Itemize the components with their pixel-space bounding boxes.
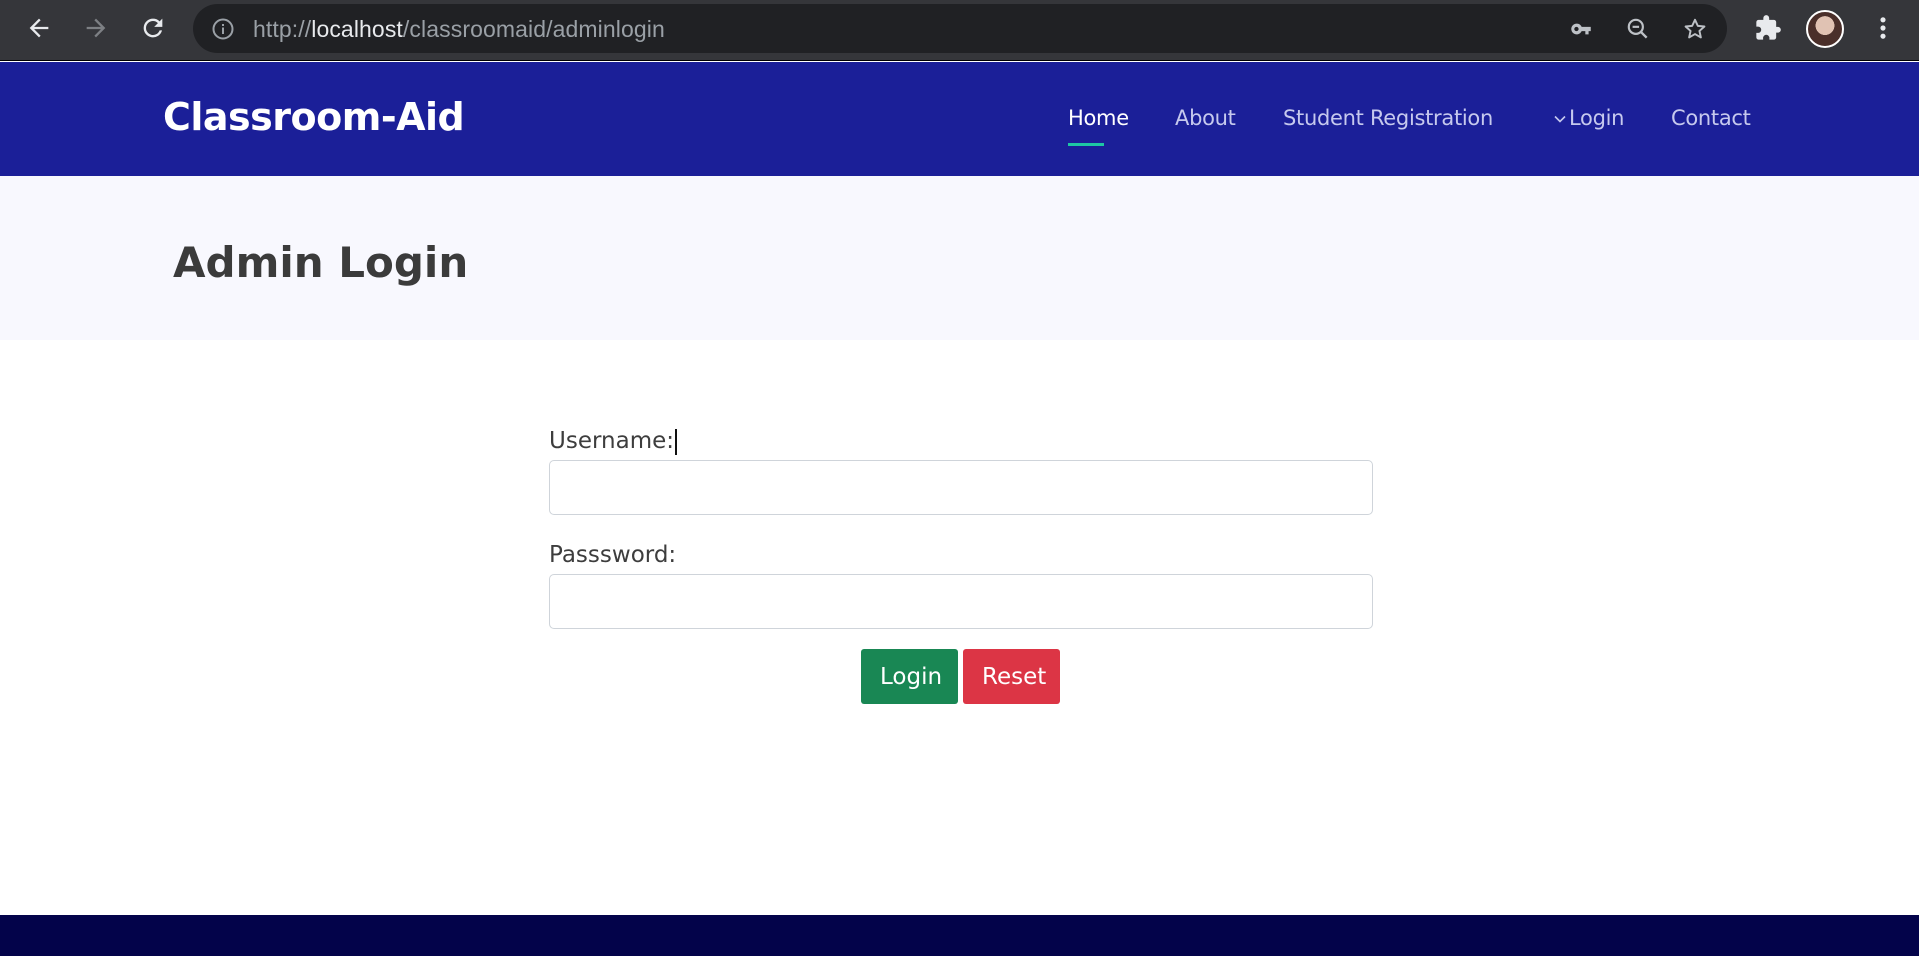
admin-login-form: Username: Passsword: Login Reset xyxy=(549,428,1373,704)
page-title: Admin Login xyxy=(173,238,469,287)
nav-home[interactable]: Home xyxy=(1068,106,1129,146)
password-label: Passsword: xyxy=(549,542,677,568)
brand-logo-text[interactable]: Classroom-Aid xyxy=(163,95,465,139)
puzzle-icon[interactable] xyxy=(1754,14,1782,42)
star-icon[interactable] xyxy=(1682,16,1708,42)
login-button[interactable]: Login xyxy=(861,649,958,704)
url-scheme: http:// xyxy=(253,16,312,42)
site-header: Classroom-Aid Home About Student Registr… xyxy=(0,62,1919,176)
address-bar[interactable]: http://localhost/classroomaid/adminlogin xyxy=(193,4,1727,53)
page-title-band: Admin Login xyxy=(0,176,1919,340)
profile-avatar[interactable] xyxy=(1806,10,1844,48)
nav-login-dropdown[interactable]: Login xyxy=(1553,106,1624,130)
browser-toolbar: http://localhost/classroomaid/adminlogin xyxy=(0,0,1919,61)
zoom-out-icon[interactable] xyxy=(1625,16,1651,42)
form-actions: Login Reset xyxy=(861,649,1060,704)
nav-student-registration[interactable]: Student Registration xyxy=(1283,106,1493,130)
reload-button[interactable] xyxy=(133,8,173,48)
nav-login-label: Login xyxy=(1569,106,1625,130)
reset-button[interactable]: Reset xyxy=(963,649,1060,704)
forward-button[interactable] xyxy=(76,8,116,48)
site-footer xyxy=(0,915,1919,956)
forward-arrow-icon xyxy=(86,18,106,38)
chevron-down-icon xyxy=(1554,115,1566,123)
back-arrow-icon xyxy=(29,18,49,38)
nav-contact[interactable]: Contact xyxy=(1671,106,1751,130)
info-icon[interactable] xyxy=(211,17,235,41)
username-label: Username: xyxy=(549,428,1373,460)
url-host: localhost xyxy=(311,16,403,42)
password-input[interactable] xyxy=(549,574,1373,629)
nav-about[interactable]: About xyxy=(1175,106,1236,130)
reload-icon xyxy=(143,18,163,38)
username-input[interactable] xyxy=(549,460,1373,515)
url-text: http://localhost/classroomaid/adminlogin xyxy=(253,16,665,43)
username-label-text: Username: xyxy=(549,428,674,454)
key-icon[interactable] xyxy=(1568,16,1594,42)
url-path: /classroomaid/adminlogin xyxy=(402,16,665,42)
kebab-menu-icon[interactable] xyxy=(1869,14,1897,42)
back-button[interactable] xyxy=(19,8,59,48)
text-cursor xyxy=(675,428,677,455)
